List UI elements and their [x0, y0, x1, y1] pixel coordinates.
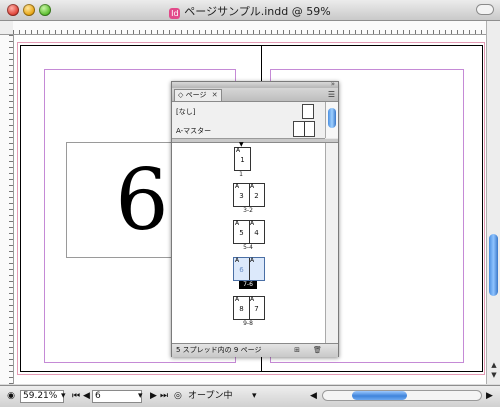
master-a-label[interactable]: A-マスター: [176, 126, 211, 136]
scroll-down-arrow-icon[interactable]: ▼: [490, 371, 498, 379]
vertical-ruler[interactable]: [0, 35, 14, 384]
panel-collapse-icon[interactable]: »: [331, 81, 335, 88]
delete-page-icon[interactable]: 🗑: [313, 346, 322, 354]
master-none-thumbnail[interactable]: [302, 104, 314, 119]
spread-label-3-2: 3-2: [243, 207, 253, 214]
display-mode-icon[interactable]: ◉: [4, 390, 18, 403]
panel-menu-icon[interactable]: ☰: [328, 90, 335, 99]
window-title: ページサンプル.indd @ 59%: [184, 5, 331, 18]
first-page-button[interactable]: ⏮: [72, 390, 82, 403]
page-thumbnail-1[interactable]: A 1: [234, 147, 251, 171]
preflight-dropdown-icon[interactable]: ▾: [252, 390, 260, 403]
zoom-dropdown-icon[interactable]: ▾: [61, 390, 69, 403]
close-tab-icon[interactable]: ✕: [212, 91, 218, 99]
horizontal-ruler[interactable]: [13, 21, 486, 35]
masters-scrollbar[interactable]: [325, 102, 338, 138]
new-page-icon[interactable]: ⊞: [293, 346, 301, 354]
scroll-up-arrow-icon[interactable]: ▲: [490, 361, 498, 369]
scroll-left-arrow-icon[interactable]: ◀: [310, 390, 318, 403]
zoom-level-field[interactable]: 59.21%: [20, 390, 64, 403]
master-none-label[interactable]: [なし]: [176, 107, 195, 117]
spread-label-9-8: 9-8: [243, 320, 253, 327]
masters-section: [なし] A-マスター: [172, 102, 325, 139]
vertical-scroll-thumb[interactable]: [489, 234, 498, 296]
spread-label-1: 1: [239, 171, 243, 178]
pages-panel: » ◇ ページ ✕ ☰ [なし] A-マスター ▼ A 1 1 A A 3 2 …: [171, 81, 339, 357]
page-count-status: 5 スプレッド内の 9 ページ: [176, 346, 262, 354]
pages-scrollbar[interactable]: [325, 143, 338, 343]
master-a-thumbnail[interactable]: [293, 121, 315, 137]
horizontal-scroll-thumb[interactable]: [352, 391, 407, 400]
tab-pages[interactable]: ◇ ページ ✕: [174, 89, 222, 101]
scroll-right-arrow-icon[interactable]: ▶: [486, 390, 494, 403]
ruler-origin[interactable]: [0, 21, 14, 35]
pages-tab-icon: ◇: [178, 91, 184, 99]
spread-label-7-6: 7-6: [239, 281, 257, 289]
document-window: Id ページサンプル.indd @ 59% 6 ▲ ▼ ◉ 59.21% ▾ ⏮ …: [0, 0, 500, 407]
panel-footer: 5 スプレッド内の 9 ページ ⊞ 🗑: [172, 343, 338, 357]
horizontal-scrollbar[interactable]: [322, 390, 482, 401]
status-bar: ◉ 59.21% ▾ ⏮ ◀ 6 ▾ ▶ ⏭ ◎ オープン中 ▾ ◀ ▶: [0, 385, 500, 407]
last-page-button[interactable]: ⏭: [160, 390, 170, 403]
title-bar: Id ページサンプル.indd @ 59%: [0, 0, 500, 21]
page-dropdown-icon[interactable]: ▾: [138, 390, 146, 403]
pages-list[interactable]: ▼ A 1 1 A A 3 2 3-2 A A 5 4 5-4 A A 6 7-…: [172, 142, 325, 343]
spread-thumbnail-3-2[interactable]: A A 3 2: [233, 183, 265, 207]
masters-scroll-thumb[interactable]: [328, 108, 336, 128]
next-page-button[interactable]: ▶: [150, 390, 158, 403]
toolbar-toggle-button[interactable]: [476, 4, 494, 15]
spread-thumbnail-9-8[interactable]: A A 8 7: [233, 296, 265, 320]
page-number-field[interactable]: 6: [92, 390, 142, 403]
window-title-container: Id ページサンプル.indd @ 59%: [0, 3, 500, 19]
indesign-doc-icon: Id: [169, 8, 181, 19]
preflight-status[interactable]: オープン中: [188, 390, 248, 403]
panel-tab-bar: ◇ ページ ✕ ☰: [172, 88, 338, 102]
spread-thumbnail-7-6[interactable]: A A 6: [233, 257, 265, 281]
pages-tab-label: ページ: [185, 91, 207, 99]
spread-thumbnail-5-4[interactable]: A A 5 4: [233, 220, 265, 244]
vertical-scrollbar[interactable]: ▲ ▼: [486, 21, 500, 384]
previous-page-button[interactable]: ◀: [83, 390, 91, 403]
preflight-icon[interactable]: ◎: [174, 390, 184, 403]
spread-label-5-4: 5-4: [243, 244, 253, 251]
